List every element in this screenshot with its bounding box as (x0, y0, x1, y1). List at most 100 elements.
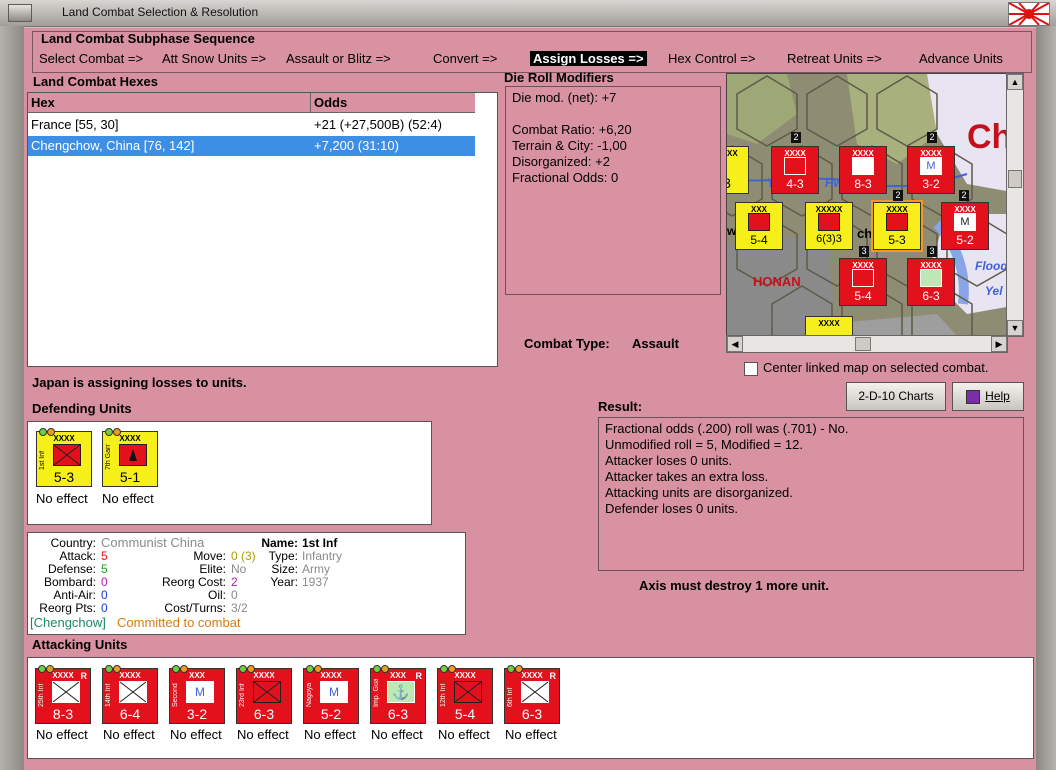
combat-type-value: Assault (632, 336, 679, 351)
step-hex-control[interactable]: Hex Control => (668, 51, 755, 66)
map-counter[interactable]: XXXX (805, 316, 853, 336)
attacking-unit-3[interactable]: XXX Second M 3-2 (169, 665, 225, 724)
reorg-pts-value: 0 (101, 601, 108, 615)
hex-row-chengchow-odds[interactable]: +7,200 (31:10) (311, 136, 475, 156)
scroll-right-icon[interactable]: ▶ (991, 336, 1007, 352)
center-map-label: Center linked map on selected combat. (763, 360, 989, 375)
step-convert[interactable]: Convert => (433, 51, 497, 66)
counter-strength: 5-3 (888, 233, 906, 247)
attacking-unit-7[interactable]: XXXX 12th Inf 5-4 (437, 665, 493, 724)
col-header-hex[interactable]: Hex (28, 93, 311, 113)
unit-strength: 6-3 (387, 706, 409, 722)
hex-row-france-odds[interactable]: +21 (+27,500B) (52:4) (311, 115, 475, 135)
map-counter[interactable]: XXX 5-4 (735, 202, 783, 250)
infantry-symbol-icon (852, 269, 874, 287)
help-button[interactable]: Help (952, 382, 1024, 411)
map-counter[interactable]: XXXX 5-4 (839, 258, 887, 306)
infantry-symbol-icon (52, 681, 80, 703)
hex-list: Hex Odds France [55, 30] +21 (+27,500B) … (27, 92, 498, 367)
attacking-unit-4[interactable]: XXXX 23rd Inf 6-3 (236, 665, 292, 724)
scroll-left-icon[interactable]: ◀ (727, 336, 743, 352)
col-header-odds[interactable]: Odds (311, 93, 475, 113)
counter-size: XXXX (727, 149, 738, 158)
subphase-sequence: Land Combat Subphase Sequence Select Com… (32, 31, 1032, 73)
step-att-snow-units[interactable]: Att Snow Units => (162, 51, 266, 66)
defending-unit-2[interactable]: XXXX 7th Garr 5-1 (102, 428, 158, 487)
result-box: Fractional odds (.200) roll was (.701) -… (598, 417, 1024, 571)
attacking-unit-6-effect: No effect (371, 727, 423, 742)
infantry-symbol-icon (521, 681, 549, 703)
step-select-combat[interactable]: Select Combat => (39, 51, 143, 66)
scroll-down-icon[interactable]: ▼ (1007, 320, 1023, 336)
attacking-unit-4-effect: No effect (237, 727, 289, 742)
size-value: Army (302, 562, 330, 576)
step-assault-or-blitz[interactable]: Assault or Blitz => (286, 51, 391, 66)
map-counter-selected[interactable]: XXXX 5-3 (871, 200, 923, 252)
scroll-thumb-h[interactable] (855, 337, 871, 351)
reserve-flag: R (549, 671, 557, 681)
infantry-symbol-icon (784, 157, 806, 175)
result-line: Fractional odds (.200) roll was (.701) -… (605, 421, 849, 436)
linked-map[interactable]: Ch HONAN Hw ch Flood Yel wa Ye XXXX 3 XX… (726, 73, 1024, 337)
map-counter[interactable]: XXXX 3 (727, 146, 749, 194)
unit-strength: 5-3 (53, 469, 75, 485)
map-counter[interactable]: XXXX M 5-2 (941, 202, 989, 250)
attacking-unit-6[interactable]: XXX R Imp. Guard ⚓ 6-3 (370, 665, 426, 724)
attacking-unit-5[interactable]: XXXX Nagoya M 5-2 (303, 665, 359, 724)
map-horizontal-scrollbar[interactable]: ◀ ▶ (726, 335, 1008, 353)
antiair-value: 0 (101, 588, 108, 602)
step-assign-losses[interactable]: Assign Losses => (530, 51, 647, 66)
charts-button[interactable]: 2-D-10 Charts (846, 382, 946, 411)
antiair-label: Anti-Air: (53, 588, 96, 602)
map-counter[interactable]: XXXX 6-3 (907, 258, 955, 306)
cost-turns-label: Cost/Turns: (164, 601, 226, 615)
unit-info-box: Country: Communist China Attack: 5 Defen… (27, 532, 466, 635)
infantry-symbol-icon (53, 444, 81, 466)
window-menu-button[interactable] (8, 4, 32, 22)
unit-strength: 5-2 (320, 706, 342, 722)
attacking-unit-1[interactable]: XXXX R 25th Inf 8-3 (35, 665, 91, 724)
scroll-up-icon[interactable]: ▲ (1007, 74, 1023, 90)
map-counter[interactable]: XXXX M 3-2 (907, 146, 955, 194)
defending-units-box: XXXX 1st Inf 5-3 No effect XXXX 7th Garr… (27, 421, 432, 525)
map-counter[interactable]: XXXX 8-3 (839, 146, 887, 194)
combat-type-label: Combat Type: (524, 336, 610, 351)
hex-row-chengchow-hex[interactable]: Chengchow, China [76, 142] (28, 136, 311, 156)
result-line: Attacker loses 0 units. (605, 453, 733, 468)
title-bar: Land Combat Selection & Resolution (0, 0, 1056, 27)
cost-turns-value: 3/2 (231, 601, 248, 615)
defending-unit-1[interactable]: XXXX 1st Inf 5-3 (36, 428, 92, 487)
defending-unit-1-effect: No effect (36, 491, 88, 506)
unit-strength: 6-3 (521, 706, 543, 722)
defense-label: Defense: (47, 562, 96, 576)
mountain-symbol-icon: M (920, 157, 942, 175)
map-counter[interactable]: XXXXX 6(3)3 (805, 202, 853, 250)
disorganized-line: Disorganized: +2 (512, 154, 610, 169)
attacking-unit-5-effect: No effect (304, 727, 356, 742)
counter-strength: 6(3)3 (816, 233, 842, 245)
scroll-thumb-v[interactable] (1008, 170, 1022, 188)
unit-name: 14th Inf (105, 683, 112, 707)
step-advance-units[interactable]: Advance Units (919, 51, 1003, 66)
center-map-checkbox[interactable] (744, 362, 758, 376)
map-vertical-scrollbar[interactable]: ▲ ▼ (1006, 73, 1024, 337)
attacking-unit-2[interactable]: XXXX 14th Inf 6-4 (102, 665, 158, 724)
mountain-infantry-icon (748, 213, 770, 231)
help-button-label: Help (985, 389, 1010, 403)
attack-value: 5 (101, 549, 108, 563)
unit-name: Second (172, 683, 179, 707)
attacking-unit-1-effect: No effect (36, 727, 88, 742)
die-mod-line: Die mod. (net): +7 (512, 90, 617, 105)
unit-name: 1st Inf (39, 450, 46, 470)
garrison-symbol-icon (119, 444, 147, 466)
step-retreat-units[interactable]: Retreat Units => (787, 51, 882, 66)
unit-strength: 5-1 (119, 469, 141, 485)
infantry-symbol-icon (119, 681, 147, 703)
hexes-title: Land Combat Hexes (33, 74, 158, 89)
map-counter[interactable]: XXXX 4-3 (771, 146, 819, 194)
attacking-unit-8-effect: No effect (505, 727, 557, 742)
attacking-unit-8[interactable]: XXXX R 6th Inf 6-3 (504, 665, 560, 724)
hex-row-france-hex[interactable]: France [55, 30] (28, 115, 311, 135)
location-text: [Chengchow] (30, 615, 106, 630)
result-title: Result: (598, 399, 643, 414)
